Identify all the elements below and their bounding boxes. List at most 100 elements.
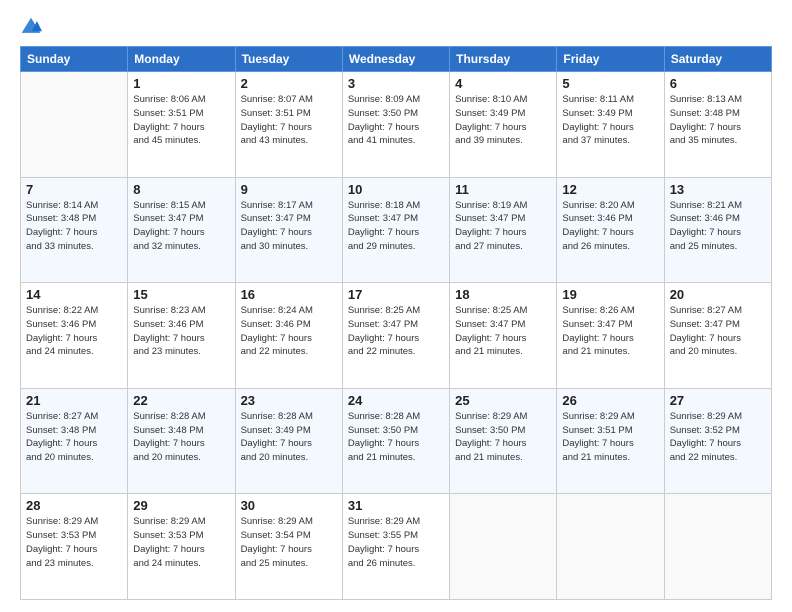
calendar-cell: 13 Sunrise: 8:21 AM Sunset: 3:46 PM Dayli… xyxy=(664,177,771,283)
day-info: Sunrise: 8:29 AM Sunset: 3:53 PM Dayligh… xyxy=(26,515,122,570)
day-info: Sunrise: 8:27 AM Sunset: 3:48 PM Dayligh… xyxy=(26,410,122,465)
day-number: 14 xyxy=(26,287,122,302)
calendar-week-row: 14 Sunrise: 8:22 AM Sunset: 3:46 PM Dayli… xyxy=(21,283,772,389)
day-number: 3 xyxy=(348,76,444,91)
calendar-cell: 19Sunrise: 8:26 AM Sunset: 3:47 PM Dayli… xyxy=(557,283,664,389)
day-info: Sunrise: 8:28 AM Sunset: 3:50 PM Dayligh… xyxy=(348,410,444,465)
calendar-cell: 8 Sunrise: 8:15 AM Sunset: 3:47 PM Daylig… xyxy=(128,177,235,283)
day-info: Sunrise: 8:28 AM Sunset: 3:49 PM Dayligh… xyxy=(241,410,337,465)
calendar-cell: 30Sunrise: 8:29 AM Sunset: 3:54 PM Dayli… xyxy=(235,494,342,600)
calendar-cell: 27 Sunrise: 8:29 AM Sunset: 3:52 PM Dayli… xyxy=(664,388,771,494)
day-info: Sunrise: 8:29 AM Sunset: 3:52 PM Dayligh… xyxy=(670,410,766,465)
calendar-table: SundayMondayTuesdayWednesdayThursdayFrid… xyxy=(20,46,772,600)
weekday-header: Tuesday xyxy=(235,47,342,72)
day-number: 2 xyxy=(241,76,337,91)
day-number: 25 xyxy=(455,393,551,408)
day-info: Sunrise: 8:25 AM Sunset: 3:47 PM Dayligh… xyxy=(348,304,444,359)
weekday-header: Friday xyxy=(557,47,664,72)
day-number: 16 xyxy=(241,287,337,302)
weekday-header: Saturday xyxy=(664,47,771,72)
logo xyxy=(20,16,46,38)
day-info: Sunrise: 8:24 AM Sunset: 3:46 PM Dayligh… xyxy=(241,304,337,359)
page-header xyxy=(20,16,772,38)
calendar-cell: 1 Sunrise: 8:06 AM Sunset: 3:51 PM Daylig… xyxy=(128,72,235,178)
day-number: 27 xyxy=(670,393,766,408)
calendar-week-row: 28 Sunrise: 8:29 AM Sunset: 3:53 PM Dayli… xyxy=(21,494,772,600)
day-number: 30 xyxy=(241,498,337,513)
day-info: Sunrise: 8:22 AM Sunset: 3:46 PM Dayligh… xyxy=(26,304,122,359)
day-number: 5 xyxy=(562,76,658,91)
calendar-cell: 10 Sunrise: 8:18 AM Sunset: 3:47 PM Dayli… xyxy=(342,177,449,283)
day-info: Sunrise: 8:27 AM Sunset: 3:47 PM Dayligh… xyxy=(670,304,766,359)
calendar-cell xyxy=(664,494,771,600)
calendar-cell: 17Sunrise: 8:25 AM Sunset: 3:47 PM Dayli… xyxy=(342,283,449,389)
day-number: 28 xyxy=(26,498,122,513)
day-number: 24 xyxy=(348,393,444,408)
day-info: Sunrise: 8:29 AM Sunset: 3:50 PM Dayligh… xyxy=(455,410,551,465)
logo-icon xyxy=(20,16,42,38)
day-info: Sunrise: 8:07 AM Sunset: 3:51 PM Dayligh… xyxy=(241,93,337,148)
day-number: 7 xyxy=(26,182,122,197)
calendar-cell: 11 Sunrise: 8:19 AM Sunset: 3:47 PM Dayli… xyxy=(450,177,557,283)
calendar-cell: 24 Sunrise: 8:28 AM Sunset: 3:50 PM Dayli… xyxy=(342,388,449,494)
day-number: 23 xyxy=(241,393,337,408)
calendar-cell: 21Sunrise: 8:27 AM Sunset: 3:48 PM Dayli… xyxy=(21,388,128,494)
day-info: Sunrise: 8:09 AM Sunset: 3:50 PM Dayligh… xyxy=(348,93,444,148)
calendar-cell: 18 Sunrise: 8:25 AM Sunset: 3:47 PM Dayli… xyxy=(450,283,557,389)
calendar-cell xyxy=(557,494,664,600)
day-info: Sunrise: 8:29 AM Sunset: 3:51 PM Dayligh… xyxy=(562,410,658,465)
calendar-cell: 14 Sunrise: 8:22 AM Sunset: 3:46 PM Dayli… xyxy=(21,283,128,389)
day-number: 4 xyxy=(455,76,551,91)
calendar-cell: 4Sunrise: 8:10 AM Sunset: 3:49 PM Daylig… xyxy=(450,72,557,178)
calendar-cell: 16 Sunrise: 8:24 AM Sunset: 3:46 PM Dayli… xyxy=(235,283,342,389)
calendar-cell: 6Sunrise: 8:13 AM Sunset: 3:48 PM Daylig… xyxy=(664,72,771,178)
day-info: Sunrise: 8:19 AM Sunset: 3:47 PM Dayligh… xyxy=(455,199,551,254)
calendar-cell xyxy=(21,72,128,178)
day-number: 10 xyxy=(348,182,444,197)
calendar-cell: 12Sunrise: 8:20 AM Sunset: 3:46 PM Dayli… xyxy=(557,177,664,283)
day-info: Sunrise: 8:11 AM Sunset: 3:49 PM Dayligh… xyxy=(562,93,658,148)
calendar-cell: 2 Sunrise: 8:07 AM Sunset: 3:51 PM Daylig… xyxy=(235,72,342,178)
calendar-cell: 22Sunrise: 8:28 AM Sunset: 3:48 PM Dayli… xyxy=(128,388,235,494)
weekday-header: Sunday xyxy=(21,47,128,72)
day-number: 13 xyxy=(670,182,766,197)
day-number: 26 xyxy=(562,393,658,408)
day-info: Sunrise: 8:13 AM Sunset: 3:48 PM Dayligh… xyxy=(670,93,766,148)
day-info: Sunrise: 8:26 AM Sunset: 3:47 PM Dayligh… xyxy=(562,304,658,359)
day-info: Sunrise: 8:29 AM Sunset: 3:53 PM Dayligh… xyxy=(133,515,229,570)
calendar-cell: 5 Sunrise: 8:11 AM Sunset: 3:49 PM Daylig… xyxy=(557,72,664,178)
day-info: Sunrise: 8:06 AM Sunset: 3:51 PM Dayligh… xyxy=(133,93,229,148)
day-number: 12 xyxy=(562,182,658,197)
weekday-header: Wednesday xyxy=(342,47,449,72)
day-info: Sunrise: 8:23 AM Sunset: 3:46 PM Dayligh… xyxy=(133,304,229,359)
weekday-header-row: SundayMondayTuesdayWednesdayThursdayFrid… xyxy=(21,47,772,72)
calendar-cell: 9Sunrise: 8:17 AM Sunset: 3:47 PM Daylig… xyxy=(235,177,342,283)
day-number: 8 xyxy=(133,182,229,197)
calendar-cell: 31 Sunrise: 8:29 AM Sunset: 3:55 PM Dayli… xyxy=(342,494,449,600)
calendar-page: SundayMondayTuesdayWednesdayThursdayFrid… xyxy=(0,0,792,612)
calendar-cell: 3 Sunrise: 8:09 AM Sunset: 3:50 PM Daylig… xyxy=(342,72,449,178)
day-number: 15 xyxy=(133,287,229,302)
day-number: 31 xyxy=(348,498,444,513)
calendar-cell: 15 Sunrise: 8:23 AM Sunset: 3:46 PM Dayli… xyxy=(128,283,235,389)
calendar-cell: 7Sunrise: 8:14 AM Sunset: 3:48 PM Daylig… xyxy=(21,177,128,283)
day-number: 11 xyxy=(455,182,551,197)
day-number: 1 xyxy=(133,76,229,91)
calendar-cell xyxy=(450,494,557,600)
day-info: Sunrise: 8:29 AM Sunset: 3:55 PM Dayligh… xyxy=(348,515,444,570)
weekday-header: Monday xyxy=(128,47,235,72)
day-info: Sunrise: 8:18 AM Sunset: 3:47 PM Dayligh… xyxy=(348,199,444,254)
calendar-week-row: 7Sunrise: 8:14 AM Sunset: 3:48 PM Daylig… xyxy=(21,177,772,283)
day-number: 29 xyxy=(133,498,229,513)
weekday-header: Thursday xyxy=(450,47,557,72)
calendar-cell: 26 Sunrise: 8:29 AM Sunset: 3:51 PM Dayli… xyxy=(557,388,664,494)
day-number: 20 xyxy=(670,287,766,302)
day-info: Sunrise: 8:25 AM Sunset: 3:47 PM Dayligh… xyxy=(455,304,551,359)
calendar-cell: 28 Sunrise: 8:29 AM Sunset: 3:53 PM Dayli… xyxy=(21,494,128,600)
calendar-cell: 20 Sunrise: 8:27 AM Sunset: 3:47 PM Dayli… xyxy=(664,283,771,389)
day-info: Sunrise: 8:15 AM Sunset: 3:47 PM Dayligh… xyxy=(133,199,229,254)
day-info: Sunrise: 8:17 AM Sunset: 3:47 PM Dayligh… xyxy=(241,199,337,254)
day-info: Sunrise: 8:28 AM Sunset: 3:48 PM Dayligh… xyxy=(133,410,229,465)
day-info: Sunrise: 8:21 AM Sunset: 3:46 PM Dayligh… xyxy=(670,199,766,254)
day-number: 18 xyxy=(455,287,551,302)
